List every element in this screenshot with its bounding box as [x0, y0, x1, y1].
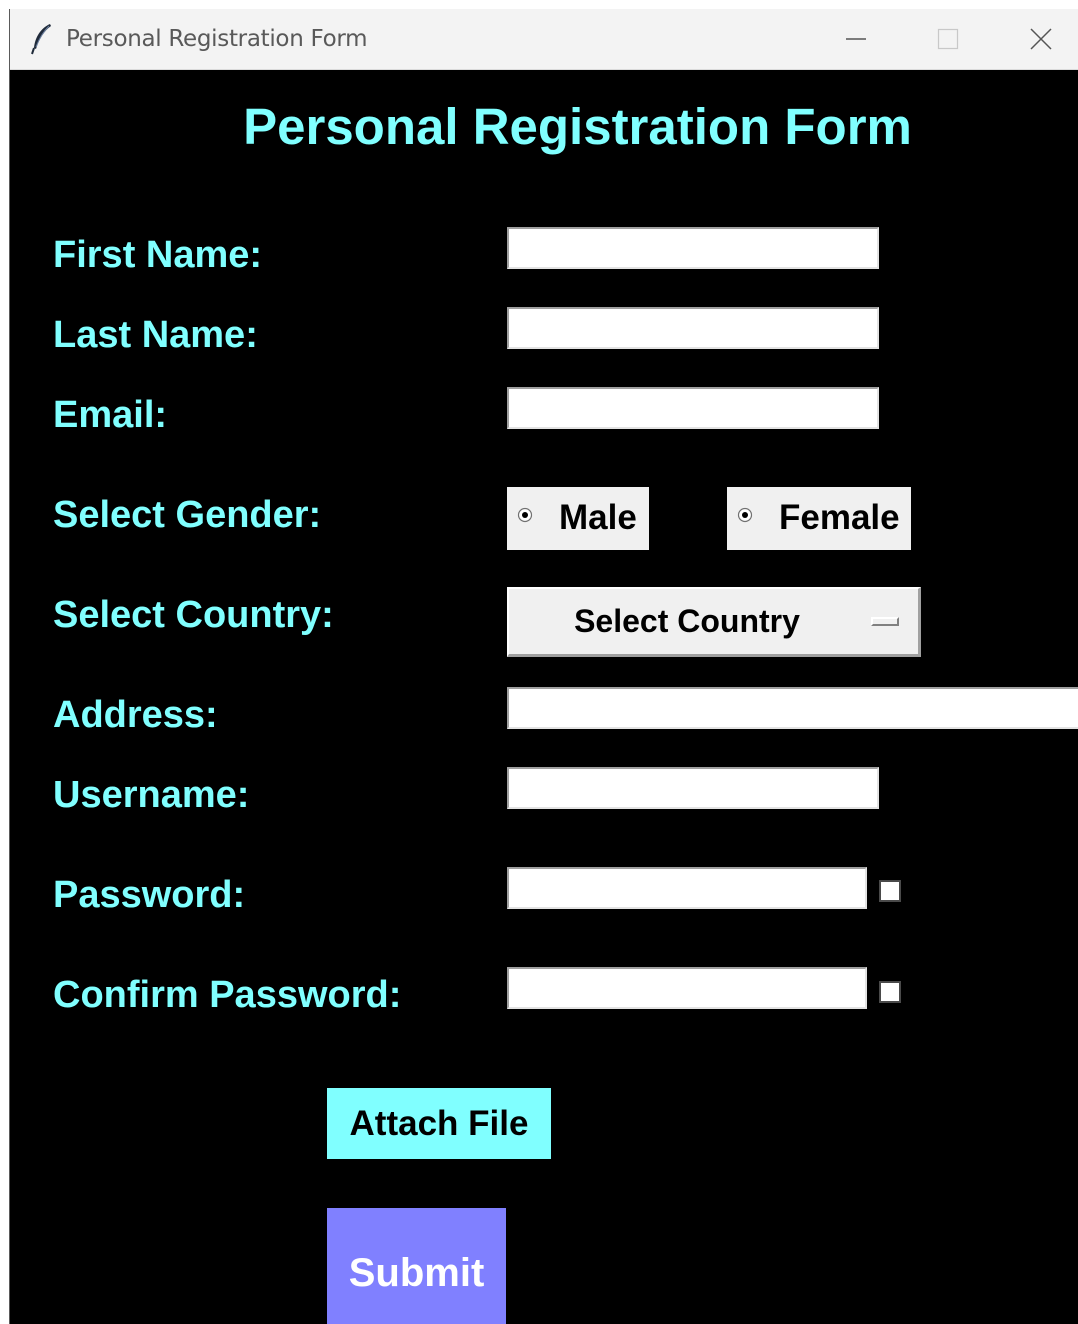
minimize-button[interactable]	[810, 9, 902, 70]
app-window: Personal Registration Form Personal Regi…	[9, 9, 1078, 1324]
attach-file-button[interactable]: Attach File	[327, 1088, 551, 1159]
gender-radio-male[interactable]: Male	[507, 487, 649, 550]
submit-button[interactable]: Submit	[327, 1208, 506, 1324]
show-password-checkbox[interactable]	[879, 880, 901, 902]
confirm-password-field[interactable]	[507, 967, 867, 1009]
close-icon	[1030, 28, 1052, 50]
title-bar: Personal Registration Form	[10, 9, 1078, 70]
radio-icon	[517, 507, 533, 523]
country-label: Select Country:	[53, 594, 334, 636]
password-label: Password:	[53, 874, 246, 916]
last-name-field[interactable]	[507, 307, 879, 349]
username-field[interactable]	[507, 767, 879, 809]
dropdown-indicator-icon	[871, 617, 899, 626]
radio-icon	[737, 507, 753, 523]
address-label: Address:	[53, 694, 218, 736]
address-field[interactable]	[507, 687, 1078, 729]
email-field[interactable]	[507, 387, 879, 429]
confirm-password-label: Confirm Password:	[53, 974, 402, 1016]
gender-radio-female[interactable]: Female	[727, 487, 911, 550]
window-title: Personal Registration Form	[66, 26, 368, 52]
first-name-label: First Name:	[53, 234, 263, 276]
username-label: Username:	[53, 774, 250, 816]
form-title: Personal Registration Form	[243, 98, 912, 155]
first-name-field[interactable]	[507, 227, 879, 269]
maximize-button[interactable]	[902, 9, 994, 70]
feather-icon	[31, 24, 51, 55]
minimize-icon	[846, 38, 866, 40]
country-dropdown[interactable]: Select Country	[507, 587, 921, 657]
password-field[interactable]	[507, 867, 867, 909]
gender-option-label: Male	[559, 498, 637, 537]
last-name-label: Last Name:	[53, 314, 258, 356]
gender-option-label: Female	[779, 498, 900, 537]
show-confirm-password-checkbox[interactable]	[879, 981, 901, 1003]
country-selected-value: Select Country	[574, 603, 800, 639]
close-button[interactable]	[995, 9, 1078, 70]
gender-label: Select Gender:	[53, 494, 322, 536]
maximize-icon	[937, 28, 959, 50]
email-label: Email:	[53, 394, 168, 436]
